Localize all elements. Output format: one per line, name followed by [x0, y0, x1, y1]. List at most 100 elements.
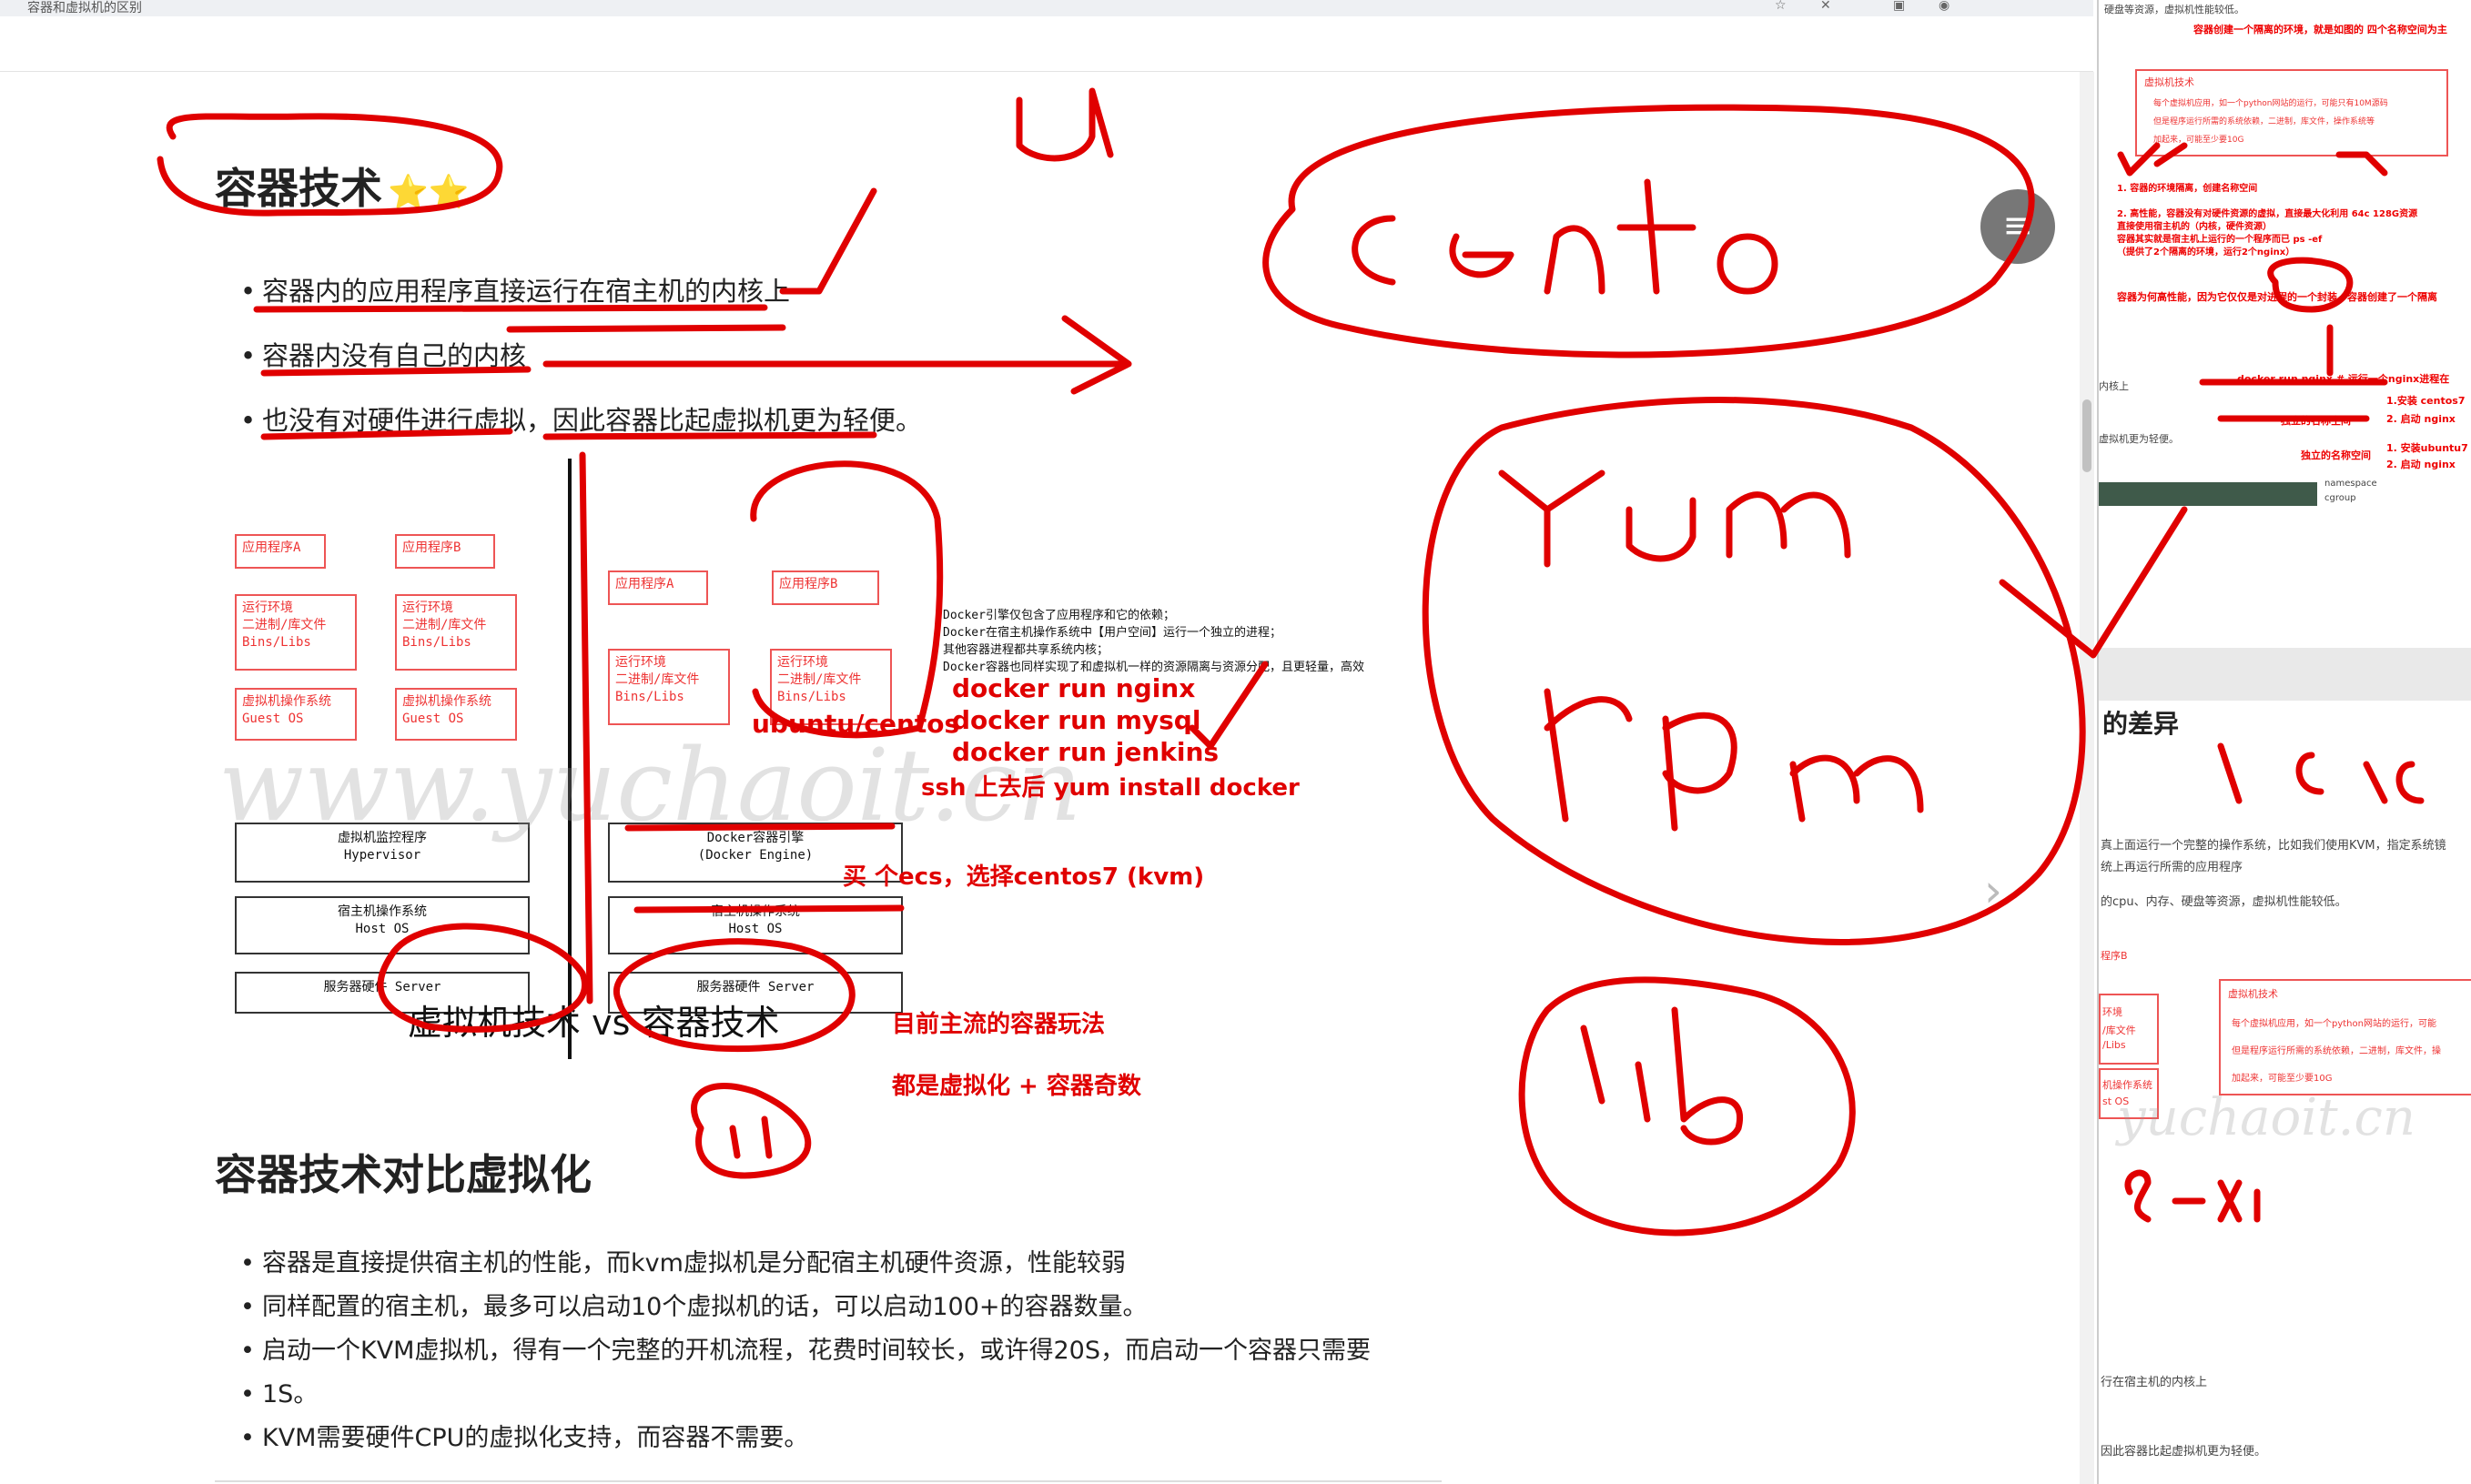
sp-vm-box: 虚拟机技术 每个虚拟机应用，如一个python网站的运行，可能只有10M源码 但…	[2135, 69, 2448, 156]
section-title-container: 容器技术 ⭐⭐	[215, 156, 470, 216]
sp-vm-line: 但是程序运行所需的系统依赖，二进制，库文件，操作系统等	[2153, 117, 2375, 126]
sp-kernel-line: 内核上	[2099, 380, 2129, 392]
vm-env-b: 运行环境 二进制/库文件 Bins/Libs	[395, 594, 517, 671]
scrollbar-thumb[interactable]	[2082, 399, 2091, 472]
sp-lighter-line: 虚拟机更为轻便。	[2099, 433, 2179, 445]
menu-icon[interactable]: ≡	[1980, 189, 2055, 264]
list-item: 容器是直接提供宿主机的性能，而kvm虚拟机是分配宿主机硬件资源，性能较弱	[240, 1242, 1496, 1286]
sp-watermark: yuchaoit.cn	[2117, 1088, 2415, 1147]
list-item: 也没有对硬件进行虚拟，因此容器比起虚拟机更为轻便。	[240, 389, 922, 453]
sp-start-nginx2: 2. 启动 nginx	[2386, 459, 2456, 470]
sp-box-label: /Libs	[2102, 1039, 2126, 1051]
sp-red-item: 2. 高性能，容器没有对硬件资源的虚拟，直接最大化利用 64c 128G资源	[2117, 209, 2418, 219]
annotation-ssh: ssh 上去后 yum install docker	[921, 774, 1300, 802]
vm-env-a: 运行环境 二进制/库文件 Bins/Libs	[235, 594, 357, 671]
browser-top-bar: 容器和虚拟机的区别 ☆ ✕ ▣ ◉	[0, 0, 2093, 17]
profile-icon[interactable]: ◉	[1939, 0, 1949, 13]
page-header	[0, 16, 2093, 72]
list-item: 容器内的应用程序直接运行在宿主机的内核上	[240, 259, 922, 324]
star-icon[interactable]: ☆	[1775, 0, 1787, 13]
table-border	[215, 1480, 1442, 1482]
env-line: 二进制/库文件	[615, 672, 700, 687]
close-icon[interactable]: ✕	[1820, 0, 1831, 13]
sp-docker-run: docker run nginx # 运行一个nginx进程在	[2237, 373, 2450, 385]
scrollbar[interactable]	[2080, 72, 2094, 1484]
diagram-caption: 虚拟机技术 vs 容器技术	[408, 1003, 780, 1043]
sp-namespace: namespace	[2324, 479, 2377, 489]
sp-red-item: 直接使用宿主机的（内核，硬件资源）	[2117, 222, 2272, 232]
env-line: Bins/Libs	[777, 690, 846, 704]
env-line: 运行环境	[777, 655, 828, 670]
annotation-ubuntu: ubuntu/centos	[752, 709, 960, 739]
sp-vm-box2: 虚拟机技术 每个虚拟机应用，如一个python网站的运行，可能 但是程序运行所需…	[2219, 979, 2471, 1095]
sp-box-label: /库文件	[2102, 1025, 2136, 1036]
annotation-virt: 都是虚拟化 + 容器奇数	[892, 1073, 1141, 1100]
hypervisor-line: Hypervisor	[343, 848, 421, 863]
host-line: 宿主机操作系统	[338, 904, 427, 919]
sp-box-label: 程序B	[2101, 950, 2128, 962]
sp-env-box: 环境 /库文件 /Libs	[2099, 994, 2159, 1065]
ct-app-b: 应用程序B	[772, 570, 879, 605]
ct-env-a: 运行环境 二进制/库文件 Bins/Libs	[608, 649, 730, 725]
sp-install-centos: 1.安装 centos7	[2386, 395, 2466, 407]
note-line: 其他容器进程都共享系统内核；	[943, 643, 1109, 657]
sp-cgroup: cgroup	[2324, 493, 2356, 503]
list-item: 启动一个KVM虚拟机，得有一个完整的开机流程，花费时间较长，或许得20S，而启动…	[240, 1329, 1496, 1373]
sp-red-item: 容器其实就是宿主机上运行的一个程序而已 ps -ef	[2117, 235, 2323, 245]
ct-app-a: 应用程序A	[608, 570, 708, 605]
note-line: Docker引擎仅包含了应用程序和它的依赖；	[943, 609, 1175, 622]
sp-cpu-line: 的cpu、内存、硬盘等资源，虚拟机性能较低。	[2101, 895, 2347, 909]
host-line: 宿主机操作系统	[711, 904, 800, 919]
ct-host-os: 宿主机操作系统 Host OS	[608, 896, 903, 954]
sp-vm-line: 加起来，可能至少要10G	[2153, 136, 2244, 145]
section2-bullets: 容器是直接提供宿主机的性能，而kvm虚拟机是分配宿主机硬件资源，性能较弱 同样配…	[240, 1242, 1496, 1460]
section-title: 容器技术	[215, 164, 382, 213]
sp-vm-line: 每个虚拟机应用，如一个python网站的运行，可能只有10M源码	[2153, 99, 2388, 108]
sp-bottom-line1: 行在宿主机的内核上	[2101, 1376, 2208, 1389]
extension-icon[interactable]: ▣	[1893, 0, 1905, 13]
sp-vm-line: 每个虚拟机应用，如一个python网站的运行，可能	[2232, 1019, 2436, 1029]
env-line: 运行环境	[242, 601, 293, 615]
sp-install-ubuntu: 1. 安装ubuntu7	[2386, 442, 2468, 454]
guest-line: 虚拟机操作系统	[402, 694, 491, 709]
sp-vm-title2: 虚拟机技术	[2228, 988, 2278, 1000]
guest-line: Guest OS	[402, 712, 464, 726]
sp-red-item: （提供了2个隔离的环境，运行2个nginx）	[2117, 247, 2295, 257]
sp-bottom-line2: 因此容器比起虚拟机更为轻便。	[2101, 1445, 2267, 1459]
vm-app-a: 应用程序A	[235, 534, 326, 569]
sp-diff-line: 真上面运行一个完整的操作系统，比如我们使用KVM，指定系统镜	[2101, 839, 2446, 853]
sp-gray-band	[2099, 648, 2471, 701]
env-line: Bins/Libs	[242, 635, 311, 650]
sp-top-line: 硬盘等资源，虚拟机性能较低。	[2104, 4, 2244, 15]
section2-title: 容器技术对比虚拟化	[215, 1150, 592, 1199]
sp-ns-label2: 独立的名称空间	[2301, 449, 2371, 461]
sp-vm-line: 但是程序运行所需的系统依赖，二进制，库文件，操	[2232, 1046, 2441, 1056]
list-item-continued: 1S。	[240, 1373, 1496, 1417]
list-item: KVM需要硬件CPU的虚拟化支持，而容器不需要。	[240, 1417, 1496, 1460]
tab-title[interactable]: 容器和虚拟机的区别	[27, 0, 142, 16]
sp-start-nginx: 2. 启动 nginx	[2386, 413, 2456, 425]
sp-red-item: 1. 容器的环境隔离，创建名称空间	[2117, 184, 2258, 194]
env-line: 二进制/库文件	[402, 618, 487, 632]
sp-diff-title: 的差异	[2102, 709, 2180, 739]
command-line: docker run nginx	[952, 673, 1196, 703]
sp-red-line2: 容器为何高性能，因为它仅仅是对进程的一个封装，容器创建了一个隔离	[2117, 291, 2437, 303]
vm-app-b: 应用程序B	[395, 534, 495, 569]
list-item: 容器内没有自己的内核	[240, 324, 922, 389]
docker-notes: Docker引擎仅包含了应用程序和它的依赖； Docker在宿主机操作系统中【用…	[943, 607, 1416, 676]
sp-vm-title: 虚拟机技术	[2144, 76, 2194, 88]
command-line: docker run mysql	[952, 705, 1201, 735]
document-content: 容器技术⭐⭐ 容器内的应用程序直接运行在宿主机的内核上 容器内没有自己的内核 也…	[0, 72, 2084, 1484]
vm-host-os: 宿主机操作系统 Host OS	[235, 896, 530, 954]
chevron-right-icon[interactable]: ›	[1984, 864, 2002, 917]
star-rating-icon: ⭐⭐	[388, 174, 470, 211]
sp-diff-line: 统上再运行所需的应用程序	[2101, 861, 2243, 874]
env-line: Bins/Libs	[615, 690, 684, 704]
sp-vm-line: 加起来，可能至少要10G	[2232, 1074, 2333, 1084]
host-line: Host OS	[355, 922, 410, 936]
sp-dark-bar	[2099, 482, 2317, 506]
annotation-commands: docker run nginx docker run mysql docker…	[952, 672, 1219, 768]
sp-ns-label: 独立的名称空间	[2281, 415, 2351, 427]
guest-line: Guest OS	[242, 712, 304, 726]
env-line: 二进制/库文件	[777, 672, 862, 687]
